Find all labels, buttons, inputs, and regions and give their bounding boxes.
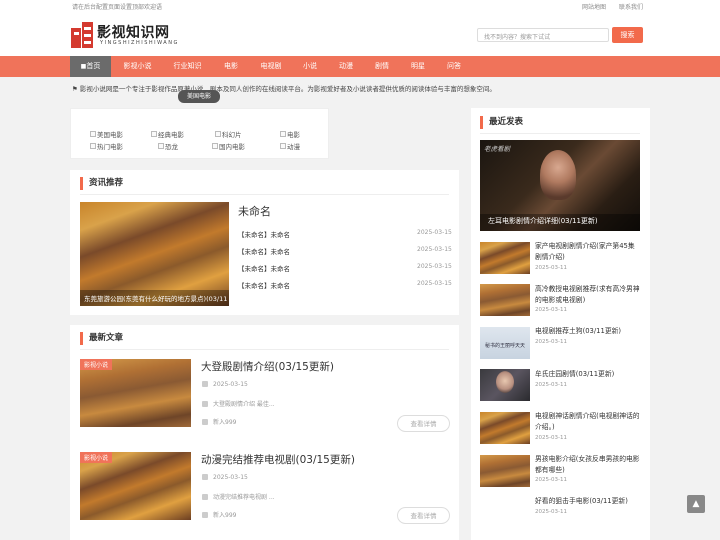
tooltip: 美国电影 — [178, 90, 220, 103]
article-date: 2025-03-15 — [202, 381, 248, 388]
nav-item-novel[interactable]: 小说 — [296, 56, 324, 77]
sitemap-link[interactable]: 网站地图 — [582, 2, 606, 11]
nav-item-plot[interactable]: 剧情 — [368, 56, 396, 77]
sidebar-thumbnail[interactable] — [480, 242, 530, 274]
article-date: 2025-03-15 — [202, 474, 248, 481]
broken-image-icon — [90, 131, 96, 137]
sidebar-item-title[interactable]: 高冷教授电视剧推荐(求有高冷男神的电影或电视剧) — [535, 284, 641, 306]
feature-caption[interactable]: 东莞旅游公园(东莞有什么好玩的地方景点)(03/11更新) — [84, 293, 227, 303]
sidebar-item-title[interactable]: 电视剧推荐土狗(03/11更新) — [535, 326, 641, 337]
user-icon — [202, 512, 208, 518]
section-title: 最近发表 — [480, 116, 523, 129]
view-detail-button[interactable]: 查看详情 — [397, 507, 450, 524]
category-link[interactable]: 恐龙 — [158, 141, 178, 151]
nav-item-tv[interactable]: 电视剧 — [255, 56, 287, 77]
broken-image-icon — [215, 131, 221, 137]
document-icon — [202, 401, 208, 407]
sidebar-thumbnail[interactable] — [480, 284, 530, 316]
sidebar-item-title[interactable]: 家产电视剧剧情介绍(家产第45集剧情介绍) — [535, 241, 641, 263]
search-input[interactable]: 找不到内容？搜索下试试 — [477, 28, 609, 42]
thumbnail-text: 秘书的王丽呼天天 — [485, 343, 526, 349]
article-tag[interactable]: 影视小说 — [80, 359, 113, 370]
nav-item-movie[interactable]: 电影 — [215, 56, 247, 77]
broken-image-icon — [158, 143, 164, 149]
recommend-item[interactable]: 【未命名】未命名 — [238, 246, 290, 256]
divider — [80, 349, 449, 350]
divider — [80, 194, 449, 195]
sidebar-item-date: 2025-03-11 — [535, 265, 567, 271]
recommend-item[interactable]: 【未命名】未命名 — [238, 229, 290, 239]
back-to-top-button[interactable]: ▲ — [687, 495, 705, 513]
category-link[interactable]: 科幻片 — [215, 129, 242, 139]
welcome-text: 请在后台配置页面设置顶部欢迎语 — [72, 4, 163, 11]
recommend-date: 2025-03-15 — [417, 263, 452, 270]
category-link[interactable]: 动漫 — [280, 141, 300, 151]
contact-link[interactable]: 联系我们 — [619, 2, 643, 11]
site-logo-name[interactable]: 影视知识网 — [97, 22, 170, 42]
section-title: 资讯推荐 — [80, 177, 123, 190]
logo-icon[interactable] — [71, 22, 93, 48]
person-figure — [496, 371, 514, 393]
sidebar-item-date: 2025-03-11 — [535, 339, 567, 345]
category-link[interactable]: 经典电影 — [151, 129, 184, 139]
nav-item-industry[interactable]: 行业知识 — [166, 56, 209, 77]
nav-item-film-novel[interactable]: 影视小说 — [116, 56, 159, 77]
sidebar-item-date: 2025-03-11 — [535, 435, 567, 441]
user-icon — [202, 419, 208, 425]
sidebar-item-date: 2025-03-11 — [535, 382, 567, 388]
top-bar: 请在后台配置页面设置顶部欢迎语 网站地图 联系我们 — [0, 0, 720, 13]
recommend-date: 2025-03-15 — [417, 246, 452, 253]
person-figure — [540, 150, 576, 200]
sidebar-item-title[interactable]: 牟氏庄园剧情(03/11更新) — [535, 369, 641, 380]
recommend-date: 2025-03-15 — [417, 280, 452, 287]
recommend-date: 2025-03-15 — [417, 229, 452, 236]
section-title: 最新文章 — [80, 332, 123, 345]
category-link[interactable]: 电影 — [280, 129, 300, 139]
broken-image-icon — [90, 143, 96, 149]
article-summary: 大登殿剧情介绍 最佳... — [202, 399, 275, 408]
sidebar-item-date: 2025-03-11 — [535, 307, 567, 313]
broken-image-icon — [151, 131, 157, 137]
sidebar-thumbnail[interactable] — [480, 455, 530, 487]
clock-icon — [202, 381, 208, 387]
category-link[interactable]: 热门电影 — [90, 141, 123, 151]
category-link[interactable]: 美国电影 — [90, 129, 123, 139]
hero-watermark: 老虎看剧 — [484, 145, 510, 153]
broken-image-icon — [212, 143, 218, 149]
nav-item-anime[interactable]: 动漫 — [332, 56, 360, 77]
broken-image-icon — [280, 143, 286, 149]
sidebar-thumbnail[interactable] — [480, 412, 530, 444]
sidebar-item-title[interactable]: 好看的狙击手电影(03/11更新) — [535, 496, 641, 507]
megaphone-icon: ⚑ — [72, 85, 80, 93]
divider — [480, 133, 640, 134]
broken-image-icon — [280, 131, 286, 137]
article-title[interactable]: 大登殿剧情介绍(03/15更新) — [201, 359, 334, 374]
notice-bar: ⚑ 影视小说网是一个专注于影视作品原著小说、剧本及同人创作的在线阅读平台。为影视… — [72, 85, 496, 93]
article-summary: 动漫完结推荐电视剧 ... — [202, 492, 275, 501]
sidebar-item-date: 2025-03-11 — [535, 509, 567, 515]
article-title[interactable]: 动漫完结推荐电视剧(03/15更新) — [201, 452, 355, 467]
sidebar-item-date: 2025-03-11 — [535, 477, 567, 483]
category-link[interactable]: 国内电影 — [212, 141, 245, 151]
recommend-item[interactable]: 【未命名】未命名 — [238, 280, 290, 290]
sidebar-item-title[interactable]: 男孩电影介绍(女孩反串男孩的电影都有哪些) — [535, 454, 641, 476]
view-detail-button[interactable]: 查看详情 — [397, 415, 450, 432]
clock-icon — [202, 474, 208, 480]
nav-item-qa[interactable]: 问答 — [440, 56, 468, 77]
site-logo-pinyin: YINGSHIZHISHIWANG — [100, 40, 179, 46]
sidebar-item-title[interactable]: 电视剧神话剧情介绍(电视剧神话的介绍。) — [535, 411, 641, 433]
nav-item-stars[interactable]: 明星 — [404, 56, 432, 77]
document-icon — [202, 494, 208, 500]
nav-item-home[interactable]: ■首页 — [70, 56, 111, 77]
article-author: 新入999 — [202, 417, 236, 426]
search-button[interactable]: 搜索 — [612, 27, 643, 43]
recommend-item[interactable]: 【未命名】未命名 — [238, 263, 290, 273]
arrow-up-icon: ▲ — [692, 499, 700, 509]
feature-title[interactable]: 未命名 — [238, 203, 271, 219]
hero-caption[interactable]: 左耳电影剧情介绍详细(03/11更新) — [488, 216, 598, 226]
article-author: 新入999 — [202, 510, 236, 519]
article-tag[interactable]: 影视小说 — [80, 452, 113, 463]
